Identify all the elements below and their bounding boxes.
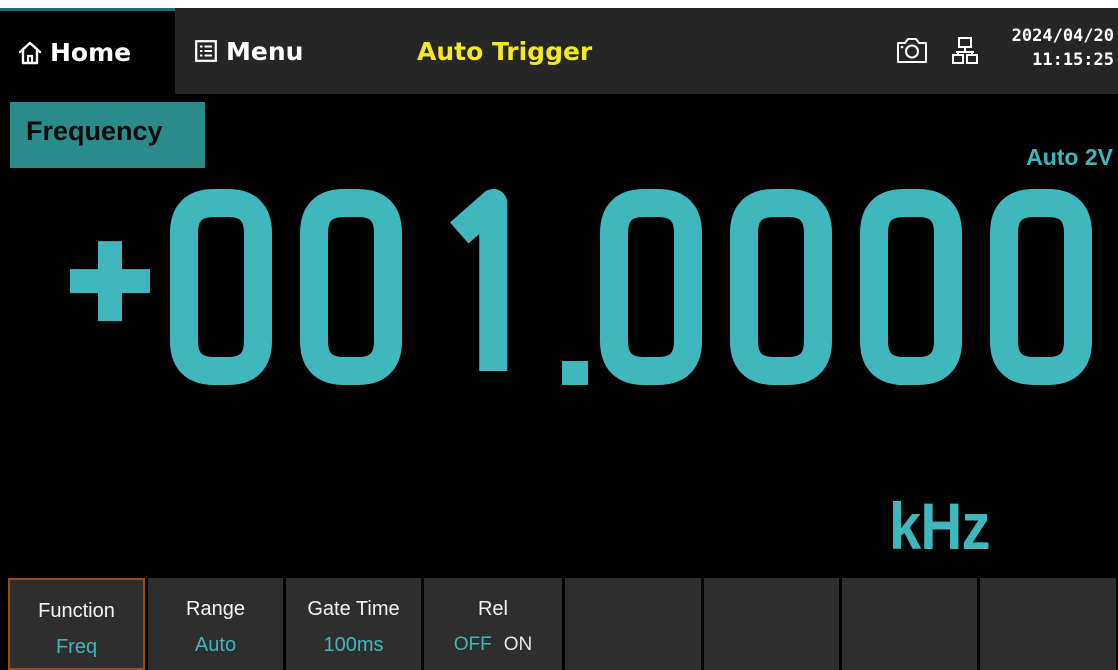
- softkey-bar: Function Freq Range Auto Gate Time 100ms…: [8, 578, 1118, 670]
- rel-off-option: OFF: [453, 634, 492, 655]
- reading-sign: [70, 241, 150, 322]
- reading-decimal-point: [562, 361, 588, 385]
- date-text: 2024/04/20: [1011, 26, 1114, 46]
- softkey-empty-8[interactable]: [980, 578, 1116, 670]
- reading-digit: [990, 189, 1092, 385]
- softkey-gate-time-value: 100ms: [323, 634, 384, 656]
- unit-label: kHz: [889, 489, 991, 563]
- network-icon: [952, 37, 978, 64]
- reading-digit: [170, 189, 272, 385]
- reading-digit: [730, 189, 832, 385]
- trigger-mode-label[interactable]: Auto Trigger: [417, 8, 592, 94]
- softkey-range[interactable]: Range Auto: [148, 578, 283, 670]
- camera-icon[interactable]: [896, 36, 928, 64]
- reading-digit: [300, 189, 402, 385]
- softkey-function[interactable]: Function Freq: [8, 578, 145, 670]
- rel-on-option: ON: [503, 634, 533, 655]
- home-tab[interactable]: Home: [0, 8, 175, 94]
- softkey-rel-toggle: OFF ON: [424, 634, 562, 656]
- softkey-function-value: Freq: [55, 636, 98, 658]
- menu-tab-label: Menu: [226, 36, 304, 66]
- time-text: 11:15:25: [1032, 50, 1114, 70]
- softkey-function-title: Function: [38, 600, 115, 622]
- softkey-empty-6[interactable]: [704, 578, 839, 670]
- softkey-range-value: Auto: [194, 634, 237, 656]
- home-icon: [18, 41, 42, 64]
- softkey-empty-7[interactable]: [842, 578, 977, 670]
- reading-digit: [600, 189, 702, 385]
- softkey-gate-time[interactable]: Gate Time 100ms: [286, 578, 421, 670]
- menu-list-icon: [195, 40, 217, 62]
- softkey-rel-title: Rel: [477, 598, 508, 620]
- softkey-empty-5[interactable]: [565, 578, 701, 670]
- reading-digit: [860, 189, 962, 385]
- softkey-range-title: Range: [186, 598, 245, 620]
- reading-display: [70, 189, 1092, 385]
- display-screen: Home Menu Auto Trigger 2024/04/20 11:15:…: [0, 8, 1118, 670]
- softkey-rel[interactable]: Rel OFF ON: [424, 578, 562, 670]
- function-badge: Frequency: [10, 102, 205, 168]
- top-bar: Home Menu Auto Trigger 2024/04/20 11:15:…: [0, 8, 1118, 94]
- menu-tab[interactable]: Menu: [175, 8, 375, 94]
- datetime: 2024/04/20 11:15:25: [990, 24, 1114, 72]
- main-reading: [0, 163, 1118, 413]
- softkey-gate-time-title: Gate Time: [307, 598, 400, 620]
- reading-digit: [449, 189, 508, 371]
- home-tab-label: Home: [50, 38, 132, 67]
